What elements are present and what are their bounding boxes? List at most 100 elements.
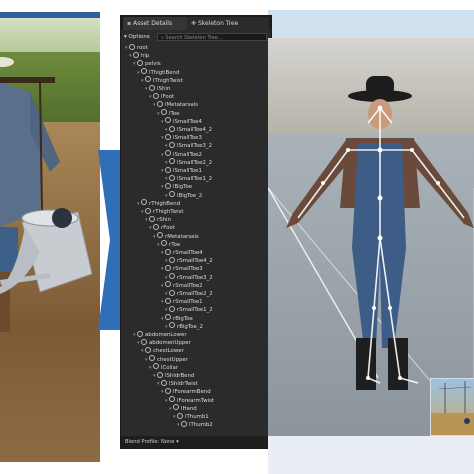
tree-item[interactable]: ▾ lShin [145,84,170,93]
bone-icon [145,76,151,83]
bone-icon [165,248,171,255]
bone-icon [169,174,175,181]
bone-icon [153,92,159,99]
tree-item[interactable]: ▾ chestUpper [145,355,188,364]
tree-item[interactable]: ▾ rSmallToe1 [161,297,203,306]
tree-item[interactable]: ▾ rSmallToe4_2 [165,256,213,265]
tree-item[interactable]: ▾ lSmallToe3_2 [165,141,212,150]
bone-icon [141,68,147,75]
tree-item[interactable]: ▾ lSmallToe4_2 [165,125,213,134]
tree-item-label: lSmallToe4 [173,118,202,125]
tree-item[interactable]: ▾ rFoot [149,223,175,232]
tree-item[interactable]: ▾ lForearmBend [161,387,211,396]
farmer-illustration [0,57,93,332]
tree-item[interactable]: ▾ lSmallToe1 [161,166,202,175]
tree-item-label: chestLower [153,348,184,355]
tree-item-label: lSmallToe1 [173,168,202,174]
tree-item-label: rSmallToe2 [173,282,203,289]
tree-item-label: rThighBend [149,200,181,207]
tree-item[interactable]: ▾ rSmallToe3 [161,264,203,273]
tree-item-label: root [137,45,148,51]
tree-item[interactable]: ▾ lMetatarsals [153,100,198,109]
tree-item[interactable]: ▾ rSmallToe2_2 [165,289,213,298]
tree-item-label: rBigToe [173,315,193,322]
tree-item[interactable]: ▾ lSmallToe2 [161,150,202,159]
bone-icon [169,305,175,312]
tree-item[interactable]: ▾ lForearmTwist [165,396,215,405]
bone-icon [165,387,171,394]
footer-band [268,436,474,474]
bone-icon [173,404,179,411]
tree-item[interactable]: ▾ lHand [169,404,197,413]
chevron-down-icon: ▾ [174,439,179,445]
tree-item[interactable]: ▾ root [125,43,148,52]
tree-item[interactable]: ▾ rSmallToe1_2 [165,305,213,314]
tree-item-label: chestUpper [157,356,188,363]
3d-viewport[interactable] [268,38,474,436]
tree-item-label: rBigToe_2 [177,323,203,330]
tree-item-label: rSmallToe2_2 [177,291,213,297]
tree-item[interactable]: ▾ abdomenLower [133,330,187,339]
tree-item-label: rThighTwist [153,209,184,215]
tree-item[interactable]: ▾ lSmallToe2_2 [165,158,212,167]
tree-item[interactable]: ▾ lShldrTwist [157,379,198,388]
tree-item[interactable]: ▾ rSmallToe3_2 [165,273,213,282]
tab-asset-details[interactable]: ▪ Asset Details [123,17,189,30]
tree-item-label: lThumb1 [185,414,209,420]
tree-item-label: lSmallToe4_2 [177,127,213,133]
bone-icon [169,322,175,329]
bone-icon [165,166,171,173]
tree-item[interactable]: ▾ pelvis [133,59,161,68]
bone-icon [141,338,147,345]
tree-item[interactable]: ▾ lFoot [149,92,174,101]
farmer-photo [0,12,100,462]
tree-item[interactable]: ▾ abdomenUpper [137,338,191,347]
tree-item[interactable]: ▾ chestLower [141,346,184,355]
tree-item-label: rSmallToe4_2 [177,258,213,265]
tab-label: Asset Details [132,20,173,27]
tree-item[interactable]: ▾ rBigToe_2 [165,322,203,331]
tree-item[interactable]: ▾ lBigToe_2 [165,191,202,200]
blend-profile-selector[interactable]: Blend Profile: None ▾ [125,438,179,446]
bone-icon [141,199,147,206]
tree-item[interactable]: ▾ rBigToe [161,314,193,323]
tree-item[interactable]: ▾ lCollar [149,363,179,372]
tree-item[interactable]: ▾ lSmallToe1_2 [165,174,212,183]
tree-item[interactable]: ▾ rSmallToe4 [161,248,203,257]
skeleton-tree-list: ▾ root ▾ hip ▾ pelvis ▾ lThighBend ▾ lThighTwist ▾… [121,43,271,434]
bone-icon [165,150,171,157]
tree-item[interactable]: ▾ rThighBend [137,199,181,208]
bone-icon [165,117,171,124]
tree-item-label: lThighTwist [153,77,183,84]
bone-icon [169,289,175,296]
bone-icon [157,232,163,239]
tree-item[interactable]: ▾ lThighTwist [141,76,183,85]
tree-item[interactable]: ▾ lBigToe [161,182,192,191]
tab-skeleton-tree[interactable]: ✚ Skeleton Tree [187,17,269,30]
tree-item[interactable]: ▾ rToe [157,240,180,249]
tree-item[interactable]: ▾ rMetatarsals [153,232,199,241]
tree-item[interactable]: ▾ lSmallToe3 [161,133,202,142]
tree-item-label: hip [141,53,150,60]
tree-item[interactable]: ▾ lShldrBend [153,371,194,380]
tree-item[interactable]: ▾ lThumb2 [177,420,213,429]
bone-icon [149,215,155,222]
bone-icon [157,100,163,107]
tree-item[interactable]: ▾ rThighTwist [141,207,184,216]
bone-icon [165,264,171,271]
tree-item-label: lCollar [161,364,179,371]
tree-item[interactable]: ▾ lThumb1 [173,412,209,421]
tree-item-label: lForearmTwist [177,397,215,404]
tree-item[interactable]: ▾ lThighBend [137,68,179,77]
bone-icon: ✚ [191,20,198,27]
tree-item[interactable]: ▾ rSmallToe2 [161,281,203,290]
tree-item-label: rSmallToe3 [173,266,203,273]
bone-icon [169,273,175,280]
search-input[interactable]: ⌕ Search Skeleton Tree... [157,33,267,41]
tree-item-label: rSmallToe1_2 [177,307,213,314]
options-button[interactable]: ▾ Options [124,33,150,42]
bone-icon [145,207,151,214]
tree-item[interactable]: ▾ rShin [145,215,171,224]
tree-item[interactable]: ▾ lSmallToe4 [161,117,202,126]
tree-item[interactable]: ▾ hip [129,51,150,60]
